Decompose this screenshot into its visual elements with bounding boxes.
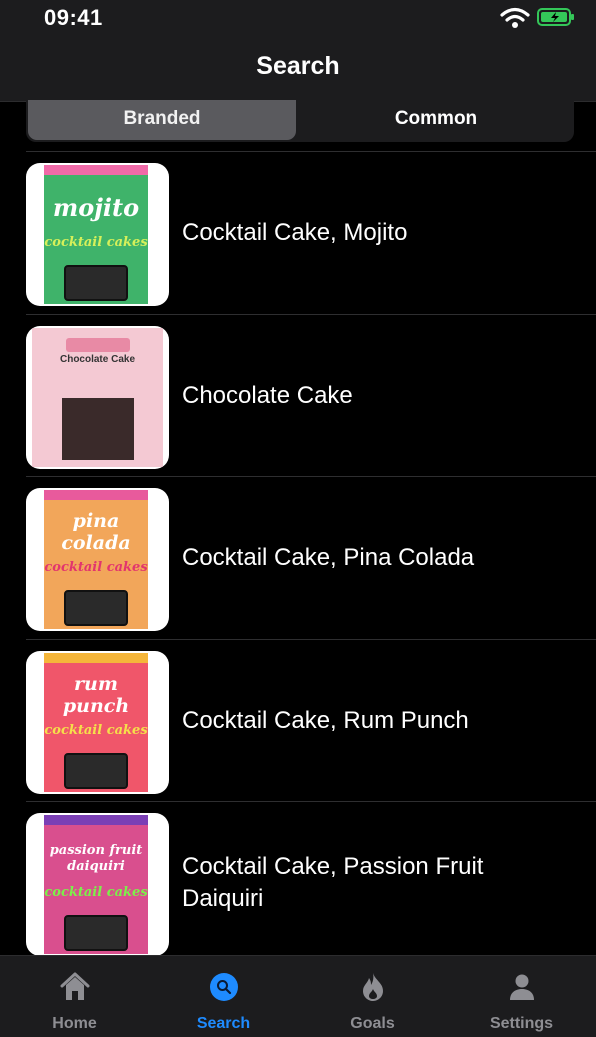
tab-goals-label: Goals (350, 1015, 395, 1032)
segment-common[interactable]: Common (300, 100, 572, 140)
tab-search[interactable]: Search (149, 956, 298, 1037)
navigation-bar: Search (0, 40, 596, 102)
product-thumbnail: mojito cocktail cakes (26, 163, 169, 306)
product-thumbnail: pina colada cocktail cakes (26, 488, 169, 631)
segment-branded[interactable]: Branded (28, 100, 296, 140)
product-thumbnail: passion fruit daiquiri cocktail cakes (26, 813, 169, 956)
tab-search-label: Search (196, 1015, 251, 1032)
list-item[interactable]: mojito cocktail cakes Cocktail Cake, Moj… (26, 151, 596, 314)
tab-home[interactable]: Home (0, 956, 149, 1037)
product-package-image: rum punch cocktail cakes (44, 652, 148, 792)
results-list: mojito cocktail cakes Cocktail Cake, Moj… (26, 151, 596, 964)
list-item[interactable]: rum punch cocktail cakes Cocktail Cake, … (26, 638, 596, 802)
search-icon (210, 973, 238, 1001)
product-thumbnail: Chocolate Cake (26, 325, 169, 469)
result-name: Cocktail Cake, Rum Punch (182, 706, 469, 734)
battery-icon (537, 8, 574, 26)
wifi-icon (500, 7, 530, 28)
tab-home-label: Home (52, 1015, 97, 1032)
product-thumbnail: rum punch cocktail cakes (26, 650, 169, 794)
tab-settings-label: Settings (489, 1015, 554, 1032)
result-name: Cocktail Cake, Mojito (182, 219, 408, 246)
product-package-image: mojito cocktail cakes (44, 165, 148, 304)
list-item[interactable]: pina colada cocktail cakes Cocktail Cake… (26, 476, 596, 639)
tab-bar: Home Search Goals Settings (0, 955, 596, 1037)
tab-settings[interactable]: Settings (447, 956, 596, 1037)
status-time: 09:41 (44, 5, 103, 30)
result-name: Chocolate Cake (182, 381, 353, 409)
product-package-image: Chocolate Cake (32, 327, 163, 467)
product-package-image: pina colada cocktail cakes (44, 490, 148, 629)
list-item[interactable]: passion fruit daiquiri cocktail cakes Co… (26, 801, 596, 964)
result-name: Cocktail Cake, Passion Fruit Daiquiri (182, 853, 484, 912)
tab-goals[interactable]: Goals (298, 956, 447, 1037)
result-name: Cocktail Cake, Pina Colada (182, 544, 475, 571)
segmented-control: Branded Common (26, 100, 574, 142)
status-bar: 09:41 (0, 0, 596, 40)
page-title: Search (256, 52, 340, 80)
home-icon (60, 972, 90, 1000)
flame-icon (363, 973, 383, 1001)
list-item[interactable]: Chocolate Cake Chocolate Cake (26, 313, 596, 477)
person-icon (510, 974, 534, 1000)
product-package-image: passion fruit daiquiri cocktail cakes (44, 815, 148, 954)
